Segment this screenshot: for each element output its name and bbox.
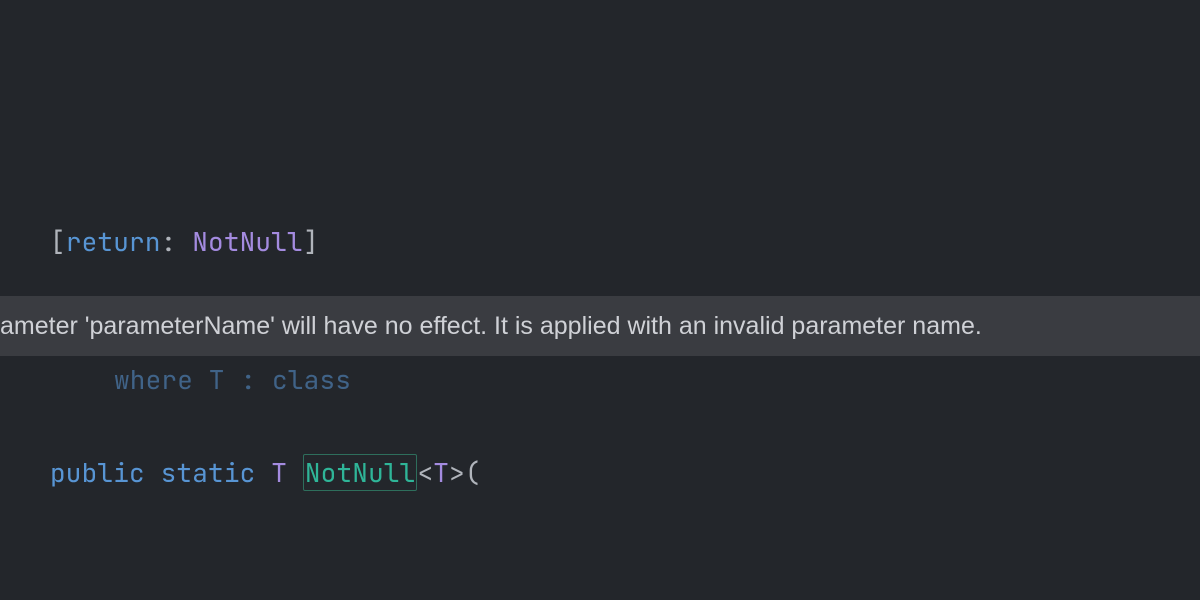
type-name: NotNull	[192, 224, 303, 259]
space	[287, 455, 303, 490]
type-name: T	[271, 455, 287, 490]
keyword: static	[161, 455, 256, 490]
obscured-line-fragment: where T : class	[114, 357, 351, 403]
punct: [	[50, 224, 66, 259]
punct: (	[465, 455, 481, 490]
space	[255, 455, 271, 490]
punct: :	[161, 224, 193, 259]
punct: ]	[303, 224, 319, 259]
method-name: NotNull	[303, 454, 418, 491]
punct: <	[417, 455, 433, 490]
keyword: return	[66, 224, 161, 259]
space	[145, 455, 161, 490]
code-line: [return: NotNull]	[50, 219, 1200, 265]
type-name: T	[433, 455, 449, 490]
keyword: public	[50, 455, 145, 490]
punct: >	[449, 455, 465, 490]
diagnostic-tooltip: ameter 'parameterName' will have no effe…	[0, 296, 1200, 356]
code-line: public static T NotNull<T>(	[50, 450, 1200, 496]
diagnostic-text: ameter 'parameterName' will have no effe…	[0, 312, 982, 340]
